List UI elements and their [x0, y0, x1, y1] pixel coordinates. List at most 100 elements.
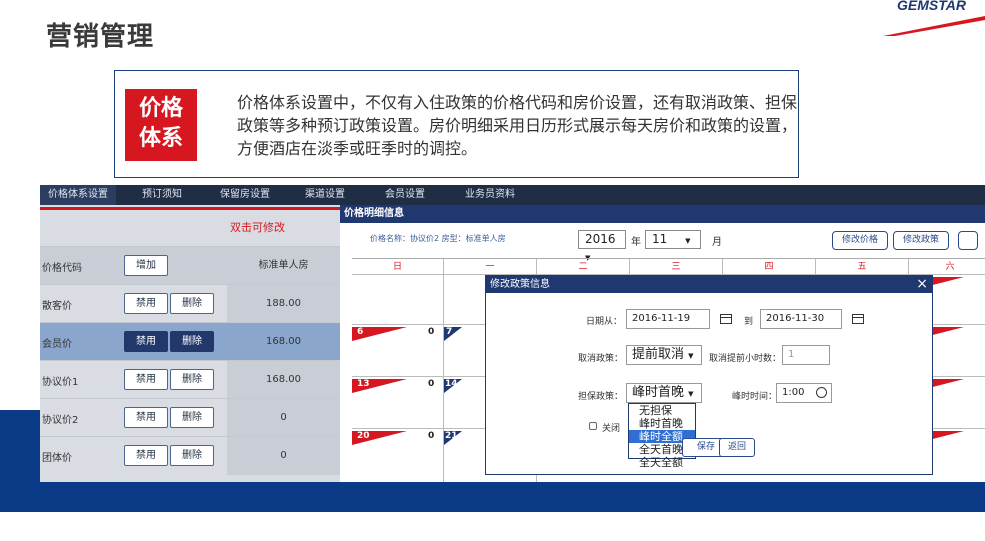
- delete-button[interactable]: 删除: [170, 293, 214, 314]
- red-divider: [40, 207, 340, 210]
- weekday-sat: 六: [909, 259, 985, 275]
- room-price: 0: [227, 437, 340, 475]
- table-row[interactable]: 散客价 禁用 删除 188.00: [40, 284, 340, 323]
- tab-booking-notes[interactable]: 预订须知: [142, 185, 182, 205]
- price-code: 散客价: [42, 301, 72, 312]
- header-price-code: 价格代码: [42, 263, 82, 274]
- calendar-cell[interactable]: [352, 275, 444, 325]
- month-unit: 月: [712, 237, 722, 248]
- date-to-input[interactable]: 2016-11-30: [760, 309, 842, 329]
- room-count: 0: [428, 327, 435, 337]
- save-button[interactable]: 保存: [682, 438, 725, 457]
- room-price: 168.00: [227, 323, 340, 361]
- date-number: 13: [357, 379, 370, 389]
- room-price: 168.00: [227, 361, 340, 399]
- peak-time-value: 1:00: [782, 387, 805, 398]
- advance-hours-label: 取消提前小时数：: [709, 354, 782, 364]
- tab-reserved-rooms[interactable]: 保留房设置: [220, 185, 270, 205]
- option-allday-full[interactable]: 全天全额: [629, 456, 695, 469]
- price-code: 协议价1: [42, 377, 79, 388]
- delete-button[interactable]: 删除: [170, 445, 214, 466]
- back-button[interactable]: 返回: [719, 438, 756, 457]
- delete-button[interactable]: 删除: [170, 331, 214, 352]
- disable-button[interactable]: 禁用: [124, 407, 168, 428]
- date-number: 21: [445, 431, 458, 441]
- edit-price-button[interactable]: 修改价格: [832, 231, 889, 250]
- add-button[interactable]: 增加: [124, 255, 168, 276]
- weekday-fri: 五: [816, 259, 909, 275]
- option-no-guarantee[interactable]: 无担保: [629, 404, 695, 417]
- table-row-selected[interactable]: 会员价 禁用 删除 168.00: [40, 322, 340, 361]
- edit-policy-modal: 修改政策信息 × 日期从： 2016-11-19 到 2016-11-30 取消…: [485, 275, 933, 475]
- weekday-tue: 二: [537, 259, 630, 275]
- table-row[interactable]: 协议价1 禁用 删除 168.00: [40, 360, 340, 399]
- delete-button[interactable]: 删除: [170, 407, 214, 428]
- edit-policy-button[interactable]: 修改政策: [893, 231, 950, 250]
- delete-button[interactable]: 删除: [170, 369, 214, 390]
- slide-title: 营销管理: [46, 22, 155, 52]
- cancel-policy-select[interactable]: 提前取消 ▼: [626, 345, 702, 365]
- more-button[interactable]: [958, 231, 978, 250]
- date-to-label: 到: [744, 317, 754, 327]
- disable-button[interactable]: 禁用: [124, 293, 168, 314]
- weekday-mon: 一: [444, 259, 537, 275]
- guarantee-policy-value: 峰时首晚: [632, 385, 685, 400]
- chevron-down-icon: ▼: [688, 352, 694, 360]
- weekday-wed: 三: [630, 259, 723, 275]
- peak-time-label: 峰时时间：: [732, 392, 778, 402]
- date-number: 6: [357, 327, 364, 337]
- calendar-icon[interactable]: [720, 314, 732, 324]
- weekday-thu: 四: [723, 259, 816, 275]
- tab-sales-staff[interactable]: 业务员资料: [465, 185, 515, 205]
- info-tag: 价格 体系: [125, 89, 197, 161]
- calendar-cell[interactable]: 20 0: [352, 429, 444, 482]
- date-from-label: 日期从：: [586, 317, 623, 327]
- month-value: 11: [652, 232, 668, 246]
- table-row[interactable]: 团体价 禁用 删除 0: [40, 436, 340, 475]
- close-checkbox[interactable]: [589, 422, 597, 430]
- date-from-input[interactable]: 2016-11-19: [626, 309, 710, 329]
- list-header: 价格代码 增加 标准单人房: [40, 246, 340, 285]
- room-price: 188.00: [227, 285, 340, 323]
- disable-button[interactable]: 禁用: [124, 369, 168, 390]
- year-select[interactable]: 2016 ▼: [578, 230, 626, 262]
- slide: 营销管理 GEMSTAR 价格 体系 价格体系设置中，不仅有入住政策的价格代码和…: [0, 0, 985, 541]
- calendar-icon[interactable]: [852, 314, 864, 324]
- close-icon[interactable]: ×: [916, 276, 928, 292]
- top-nav: 价格体系设置 预订须知 保留房设置 渠道设置 会员设置 业务员资料: [40, 185, 985, 205]
- price-code-list: 双击可修改 价格代码 增加 标准单人房 散客价 禁用 删除 188.00 会员价…: [40, 205, 340, 482]
- disable-button[interactable]: 禁用: [124, 331, 168, 352]
- table-row[interactable]: 协议价2 禁用 删除 0: [40, 398, 340, 437]
- tab-price-system[interactable]: 价格体系设置: [40, 185, 116, 205]
- price-code: 会员价: [42, 339, 72, 350]
- advance-hours-input[interactable]: 1: [782, 345, 830, 365]
- info-box: 价格 体系 价格体系设置中，不仅有入住政策的价格代码和房价设置，还有取消政策、担…: [114, 70, 799, 178]
- year-value: 2016: [585, 232, 616, 246]
- tab-channels[interactable]: 渠道设置: [305, 185, 345, 205]
- calendar-cell[interactable]: 6 0: [352, 325, 444, 377]
- date-number: 14: [445, 379, 458, 389]
- chevron-down-icon: ▼: [688, 390, 694, 398]
- guarantee-policy-select[interactable]: 峰时首晚 ▼: [626, 383, 702, 403]
- double-click-hint: 双击可修改: [230, 221, 285, 234]
- month-select[interactable]: 11 ▼: [645, 230, 701, 249]
- year-unit: 年: [631, 237, 641, 248]
- cancel-policy-value: 提前取消: [632, 347, 685, 362]
- chevron-down-icon: ▼: [685, 237, 691, 245]
- info-text: 价格体系设置中，不仅有入住政策的价格代码和房价设置，还有取消政策、担保政策等多种…: [237, 93, 798, 158]
- tab-members[interactable]: 会员设置: [385, 185, 425, 205]
- room-count: 0: [428, 431, 435, 441]
- option-peak-first-night[interactable]: 峰时首晚: [629, 417, 695, 430]
- guarantee-policy-label: 担保政策：: [578, 392, 624, 402]
- clock-icon[interactable]: [816, 387, 827, 398]
- date-number: 20: [357, 431, 370, 441]
- calendar-cell[interactable]: 13 0: [352, 377, 444, 429]
- info-tag-line2: 体系: [138, 126, 183, 151]
- date-number: 7: [446, 327, 453, 337]
- screenshot-panel: 价格体系设置 预订须知 保留房设置 渠道设置 会员设置 业务员资料 双击可修改 …: [40, 185, 985, 482]
- logo-text: GEMSTAR: [897, 0, 967, 13]
- header-room-type: 标准单人房: [227, 247, 340, 285]
- disable-button[interactable]: 禁用: [124, 445, 168, 466]
- peak-time-input[interactable]: 1:00: [776, 383, 832, 403]
- panel-title: 价格明细信息: [340, 205, 985, 223]
